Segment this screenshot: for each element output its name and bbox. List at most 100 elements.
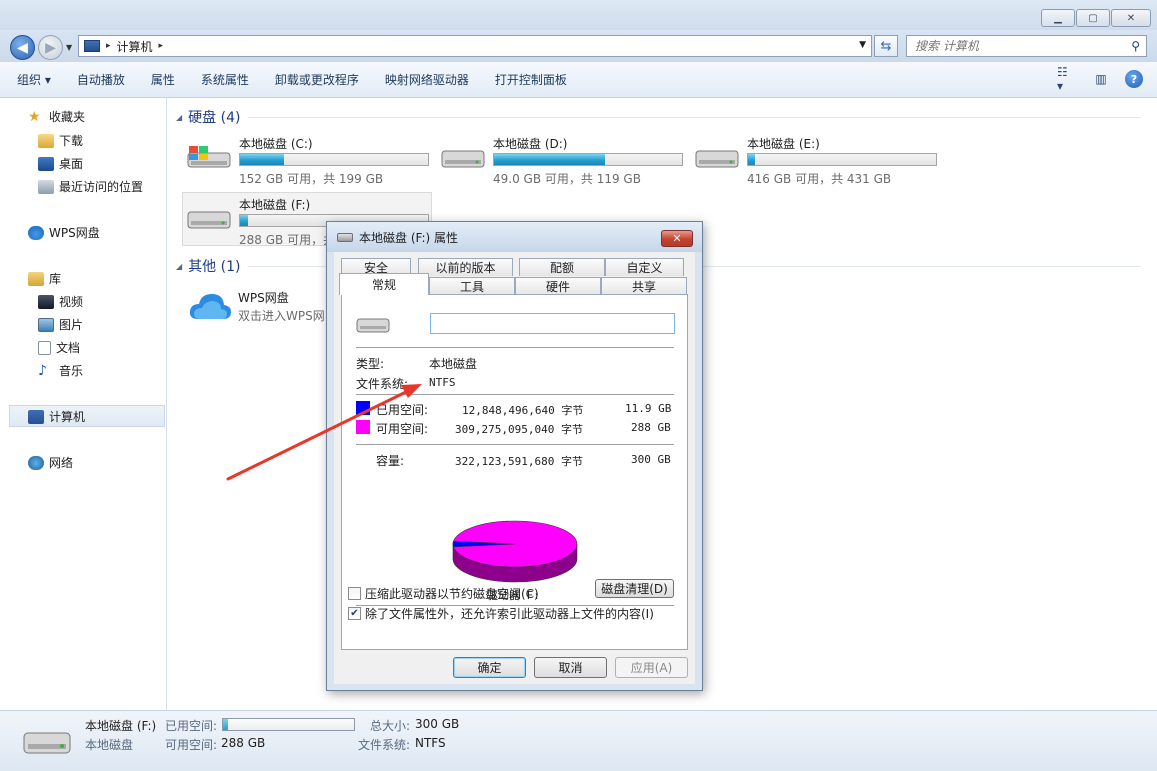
tab-quota[interactable]: 配额 xyxy=(519,258,605,276)
status-free-value: 288 GB xyxy=(221,736,266,750)
dialog-titlebar[interactable]: 本地磁盘 (F:) 属性 ✕ xyxy=(327,222,702,252)
nav-computer[interactable]: 计算机 xyxy=(28,408,85,425)
autoplay-button[interactable]: 自动播放 xyxy=(73,68,129,91)
close-icon[interactable]: ✕ xyxy=(1111,9,1151,27)
system-properties-button[interactable]: 系统属性 xyxy=(197,68,253,91)
disk-usage-pie-chart xyxy=(452,520,578,583)
group-hard-disks[interactable]: ◢ 硬盘 (4) xyxy=(176,107,1141,127)
map-network-drive-button[interactable]: 映射网络驱动器 xyxy=(381,68,473,91)
volume-label-input[interactable] xyxy=(430,313,675,334)
compress-drive-checkbox[interactable]: 压缩此驱动器以节约磁盘空间(C) xyxy=(348,585,539,602)
status-total-value: 300 GB xyxy=(415,717,460,731)
recent-places-icon xyxy=(38,179,54,194)
nav-pictures[interactable]: 图片 xyxy=(38,316,83,333)
nav-recent-places[interactable]: 最近访问的位置 xyxy=(38,178,143,195)
allow-indexing-checkbox[interactable]: ✔ 除了文件属性外，还允许索引此驱动器上文件的内容(I) xyxy=(348,605,654,622)
nav-downloads[interactable]: 下载 xyxy=(38,132,83,149)
type-value: 本地磁盘 xyxy=(429,357,478,371)
toolbar-right-icons: ☷ ▾ ▥ ? xyxy=(1043,65,1143,93)
apply-button[interactable]: 应用(A) xyxy=(615,657,688,678)
tab-tools[interactable]: 工具 xyxy=(429,277,515,295)
free-space-swatch xyxy=(356,420,370,434)
used-space-gb: 11.9 GB xyxy=(625,402,672,415)
nav-network[interactable]: 网络 xyxy=(28,454,73,471)
status-drive-type: 本地磁盘 xyxy=(85,738,134,752)
cancel-button[interactable]: 取消 xyxy=(534,657,607,678)
checkbox-unchecked-icon[interactable] xyxy=(348,587,361,600)
search-icon[interactable]: ⚲ xyxy=(1131,39,1140,53)
capacity-label: 容量: xyxy=(376,454,405,468)
drive-c[interactable]: 本地磁盘 (C:) 152 GB 可用，共 199 GB xyxy=(183,132,433,186)
hard-drive-icon xyxy=(441,150,485,168)
filesystem-value: NTFS xyxy=(429,376,456,389)
star-icon: ★ xyxy=(28,108,41,125)
downloads-folder-icon xyxy=(38,133,54,148)
type-label: 类型: xyxy=(356,357,385,371)
free-space-label: 可用空间: xyxy=(376,422,429,436)
breadcrumb-computer[interactable]: 计算机 xyxy=(117,38,153,55)
filesystem-label: 文件系统: xyxy=(356,377,409,391)
refresh-button[interactable]: ⇆ xyxy=(874,35,898,57)
nav-favorites[interactable]: ★ 收藏夹 xyxy=(28,108,85,125)
breadcrumb-separator-icon[interactable]: ▸ xyxy=(159,41,164,51)
window-controls: ▁ ▢ ✕ xyxy=(1040,9,1151,27)
view-options-icon[interactable]: ☷ ▾ xyxy=(1057,65,1077,93)
dialog-close-icon[interactable]: ✕ xyxy=(661,230,693,247)
details-pane: 本地磁盘 (F:) 已用空间: 总大小: 300 GB 本地磁盘 可用空间: 2… xyxy=(0,710,1157,771)
used-space-label: 已用空间: xyxy=(376,403,429,417)
address-dropdown-icon[interactable]: ▼ xyxy=(859,40,866,50)
hard-drive-icon xyxy=(23,732,71,754)
preview-pane-icon[interactable]: ▥ xyxy=(1091,70,1111,88)
computer-icon xyxy=(84,40,100,52)
minimize-icon[interactable]: ▁ xyxy=(1041,9,1075,27)
nav-documents[interactable]: 文档 xyxy=(38,339,80,356)
tab-general[interactable]: 常规 xyxy=(339,273,429,295)
tab-sharing[interactable]: 共享 xyxy=(601,277,687,295)
collapse-arrow-icon[interactable]: ◢ xyxy=(176,113,182,122)
nav-wps-drive[interactable]: WPS网盘 xyxy=(28,224,100,241)
search-input[interactable] xyxy=(915,39,1115,53)
properties-button[interactable]: 属性 xyxy=(147,68,179,91)
video-icon xyxy=(38,294,54,309)
capacity-gb: 300 GB xyxy=(631,453,671,466)
hard-drive-icon xyxy=(187,211,231,229)
checkbox-checked-icon[interactable]: ✔ xyxy=(348,607,361,620)
nav-music[interactable]: ♪ 音乐 xyxy=(38,362,83,379)
open-control-panel-button[interactable]: 打开控制面板 xyxy=(491,68,571,91)
help-icon[interactable]: ? xyxy=(1125,70,1143,88)
nav-desktop[interactable]: 桌面 xyxy=(38,155,83,172)
music-icon: ♪ xyxy=(38,362,47,379)
nav-libraries[interactable]: 库 xyxy=(28,270,61,287)
used-space-bytes: 12,848,496,640 字节 xyxy=(462,404,584,417)
drive-e-usage-bar xyxy=(747,153,937,166)
uninstall-button[interactable]: 卸载或更改程序 xyxy=(271,68,363,91)
hard-drive-icon xyxy=(695,150,739,168)
drive-c-usage-bar xyxy=(239,153,429,166)
wps-drive-item[interactable]: WPS网盘 双击进入WPS网 xyxy=(186,287,346,327)
navigation-pane: ★ 收藏夹 下载 桌面 最近访问的位置 WPS网盘 库 视频 图片 文档 ♪ 音… xyxy=(0,98,167,710)
drive-e[interactable]: 本地磁盘 (E:) 416 GB 可用，共 431 GB xyxy=(691,132,941,186)
library-icon xyxy=(28,271,44,286)
window-titlebar: ▁ ▢ ✕ xyxy=(0,0,1157,30)
maximize-icon[interactable]: ▢ xyxy=(1076,9,1110,27)
recent-pages-dropdown[interactable]: ▼ xyxy=(66,43,72,52)
address-bar[interactable]: ▸ 计算机 ▸ ▼ xyxy=(78,35,872,57)
computer-icon xyxy=(28,409,44,424)
system-drive-icon xyxy=(187,146,231,168)
disk-cleanup-button[interactable]: 磁盘清理(D) xyxy=(595,579,674,598)
forward-button[interactable]: ▶ xyxy=(38,35,63,60)
nav-videos[interactable]: 视频 xyxy=(38,293,83,310)
ok-button[interactable]: 确定 xyxy=(453,657,526,678)
search-box[interactable]: ⚲ xyxy=(906,35,1147,57)
tab-customize[interactable]: 自定义 xyxy=(605,258,684,276)
breadcrumb-separator-icon[interactable]: ▸ xyxy=(106,41,111,51)
tab-hardware[interactable]: 硬件 xyxy=(515,277,601,295)
drive-d[interactable]: 本地磁盘 (D:) 49.0 GB 可用，共 119 GB xyxy=(437,132,687,186)
picture-icon xyxy=(38,317,54,332)
tab-previous-versions[interactable]: 以前的版本 xyxy=(418,258,513,276)
back-button[interactable]: ◀ xyxy=(10,35,35,60)
document-icon xyxy=(38,340,51,355)
organize-button[interactable]: 组织 ▾ xyxy=(13,68,55,91)
collapse-arrow-icon[interactable]: ◢ xyxy=(176,262,182,271)
dialog-body: 安全 以前的版本 配额 自定义 常规 工具 硬件 共享 类型: 本地磁盘 文件系… xyxy=(334,252,695,684)
